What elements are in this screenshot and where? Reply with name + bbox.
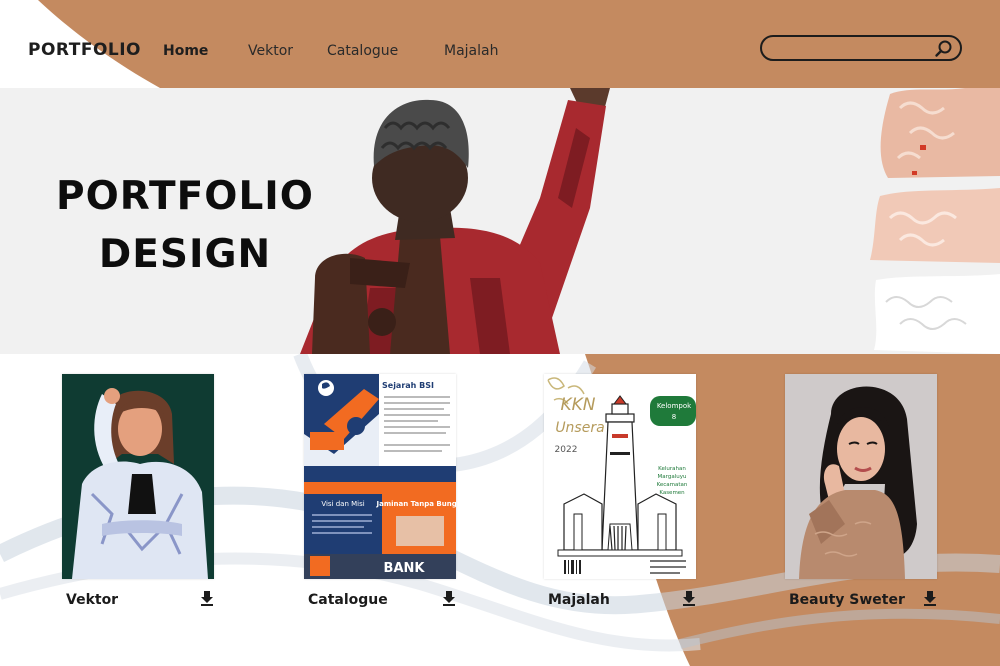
site-logo[interactable]: PORTFOLIO	[28, 40, 141, 60]
search-box	[760, 35, 962, 61]
majalah-text-line4: Kasemen	[659, 490, 685, 496]
thumbnail-catalogue[interactable]: Sejarah BSI Visi dan Misi Jaminan Tanpa …	[304, 374, 456, 579]
student-illustration	[300, 88, 610, 354]
portfolio-card-majalah[interactable]: Kelompok 8 KKN Unsera 2022 Kelurahan Mar…	[544, 374, 696, 617]
portfolio-card-beauty-sweter[interactable]: Beauty Sweter	[785, 374, 937, 617]
majalah-text-line2: Margaluyu	[658, 474, 687, 480]
card-label-catalogue: Catalogue	[308, 592, 388, 608]
majalah-text-line3: Kecamatan	[657, 482, 688, 488]
download-icon[interactable]	[921, 589, 939, 607]
card-label-beauty-sweter: Beauty Sweter	[789, 592, 905, 608]
download-icon[interactable]	[198, 589, 216, 607]
card-label-majalah: Majalah	[548, 592, 610, 608]
nav-majalah[interactable]: Majalah	[444, 43, 498, 59]
download-icon[interactable]	[440, 589, 458, 607]
nav-home[interactable]: Home	[163, 43, 208, 59]
search-icon[interactable]	[934, 39, 954, 59]
nav-catalogue[interactable]: Catalogue	[327, 43, 398, 59]
majalah-text-line1: Kelurahan	[658, 466, 686, 472]
nav-vektor[interactable]: Vektor	[248, 43, 293, 59]
download-icon[interactable]	[680, 589, 698, 607]
majalah-badge-line2: 8	[672, 413, 676, 421]
hero-title-line2: DESIGN	[98, 232, 272, 277]
cloud-pattern-decoration	[870, 88, 1000, 354]
portfolio-card-catalogue[interactable]: Sejarah BSI Visi dan Misi Jaminan Tanpa …	[304, 374, 456, 617]
majalah-title-line2: Unsera	[555, 420, 604, 436]
catalogue-section2: Jaminan Tanpa Bunga	[376, 500, 456, 508]
thumbnail-beauty-sweter[interactable]	[785, 374, 937, 579]
hero-title-line1: PORTFOLIO	[56, 174, 314, 219]
portfolio-card-vektor[interactable]: Vektor	[62, 374, 214, 617]
hero-title: PORTFOLIO DESIGN	[40, 168, 330, 284]
catalogue-bank-sign: BANK	[384, 561, 426, 576]
catalogue-section1: Visi dan Misi	[321, 500, 364, 508]
search-input[interactable]	[774, 39, 934, 57]
majalah-badge-line1: Kelompok	[657, 402, 692, 410]
majalah-title-line1: KKN	[560, 395, 595, 415]
thumbnail-majalah[interactable]: Kelompok 8 KKN Unsera 2022 Kelurahan Mar…	[544, 374, 696, 579]
majalah-year: 2022	[555, 445, 578, 455]
card-label-vektor: Vektor	[66, 592, 119, 608]
catalogue-heading: Sejarah BSI	[382, 381, 434, 390]
thumbnail-vektor[interactable]	[62, 374, 214, 579]
hero-banner: PORTFOLIO DESIGN	[0, 88, 1000, 354]
